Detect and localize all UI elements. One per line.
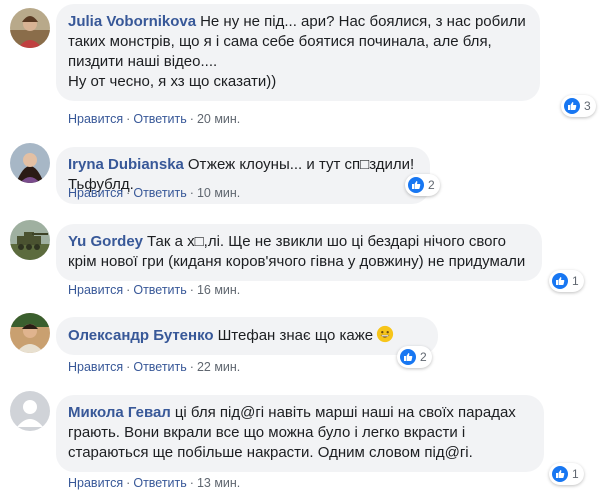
comment-actions: Нравится · Ответить · 16 мин. (68, 283, 240, 297)
comment-author[interactable]: Микола Гевал (68, 404, 171, 421)
separator: · (126, 476, 131, 490)
reply-link[interactable]: Ответить (133, 186, 186, 200)
avatar[interactable] (10, 8, 50, 48)
timestamp[interactable]: 22 мин. (197, 360, 240, 374)
separator: · (126, 283, 131, 297)
like-icon (552, 466, 568, 482)
comment-bubble: Олександр Бутенко Штефан знає що каже (56, 317, 438, 355)
comment-actions: Нравится · Ответить · 13 мин. (68, 476, 240, 490)
avatar[interactable] (10, 143, 50, 183)
comment-author[interactable]: Iryna Dubianska (68, 156, 184, 173)
like-icon (400, 349, 416, 365)
like-icon (552, 273, 568, 289)
like-icon (564, 98, 580, 114)
reaction-number: 3 (584, 99, 591, 113)
comment-author[interactable]: Yu Gordey (68, 233, 143, 250)
comment-text: Штефан знає що каже (217, 327, 374, 344)
reaction-count[interactable]: 2 (397, 346, 432, 368)
separator: · (189, 283, 194, 297)
reaction-count[interactable]: 1 (549, 270, 584, 292)
reply-link[interactable]: Ответить (133, 112, 186, 126)
timestamp[interactable]: 10 мин. (197, 186, 240, 200)
reaction-count[interactable]: 2 (405, 174, 440, 196)
separator: · (189, 186, 194, 200)
avatar[interactable] (10, 313, 50, 353)
reaction-number: 1 (572, 274, 579, 288)
separator: · (189, 112, 194, 126)
comment-bubble: Julia Vobornikova Не ну не під... ари? На… (56, 4, 540, 101)
timestamp[interactable]: 13 мин. (197, 476, 240, 490)
timestamp[interactable]: 20 мин. (197, 112, 240, 126)
avatar[interactable] (10, 391, 50, 431)
separator: · (189, 360, 194, 374)
like-link[interactable]: Нравится (68, 283, 123, 297)
reply-link[interactable]: Ответить (133, 360, 186, 374)
comment-bubble: Yu Gordey Так а х□,лі. Ще не звикли шо ці… (56, 224, 542, 281)
grinning-face-emoji (377, 325, 394, 343)
comment-actions: Нравится · Ответить · 20 мин. (68, 112, 240, 126)
comment-author[interactable]: Julia Vobornikova (68, 13, 196, 30)
separator: · (126, 186, 131, 200)
separator: · (126, 360, 131, 374)
like-link[interactable]: Нравится (68, 476, 123, 490)
comment-author[interactable]: Олександр Бутенко (68, 327, 214, 344)
reaction-number: 2 (420, 350, 427, 364)
reaction-number: 1 (572, 467, 579, 481)
separator: · (126, 112, 131, 126)
like-link[interactable]: Нравится (68, 360, 123, 374)
comment-actions: Нравится · Ответить · 22 мин. (68, 360, 240, 374)
separator: · (189, 476, 194, 490)
avatar[interactable] (10, 220, 50, 260)
comment-bubble: Микола Гевал ці бля під@гі навіть марші н… (56, 395, 544, 472)
reaction-number: 2 (428, 178, 435, 192)
timestamp[interactable]: 16 мин. (197, 283, 240, 297)
reaction-count[interactable]: 1 (549, 463, 584, 485)
reply-link[interactable]: Ответить (133, 476, 186, 490)
like-icon (408, 177, 424, 193)
reply-link[interactable]: Ответить (133, 283, 186, 297)
like-link[interactable]: Нравится (68, 186, 123, 200)
like-link[interactable]: Нравится (68, 112, 123, 126)
comment-actions: Нравится · Ответить · 10 мин. (68, 186, 240, 200)
reaction-count[interactable]: 3 (561, 95, 596, 117)
